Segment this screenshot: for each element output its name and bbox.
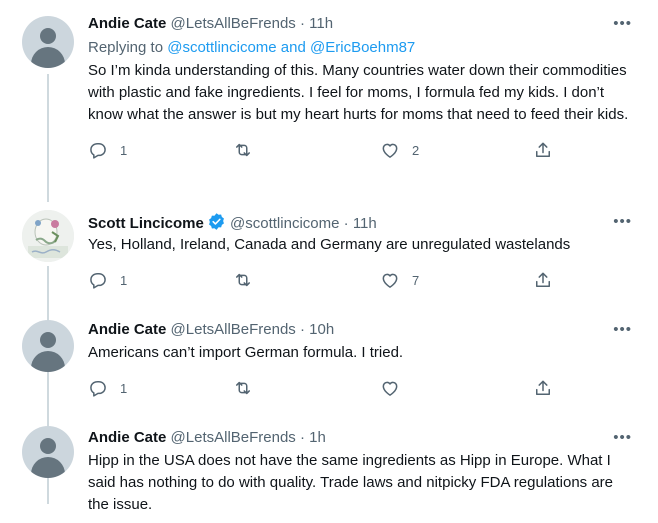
tweet-1[interactable]: Andie Cate @LetsAllBeFrends · 11h ••• Re… bbox=[0, 0, 658, 202]
avatar[interactable] bbox=[22, 320, 74, 372]
like-button[interactable]: 2 bbox=[380, 138, 419, 162]
heart-icon bbox=[382, 381, 398, 396]
heart-icon bbox=[382, 143, 398, 158]
timestamp[interactable]: 11h bbox=[353, 215, 377, 232]
like-button[interactable] bbox=[380, 376, 400, 400]
like-count: 2 bbox=[412, 142, 420, 158]
tweet-actions: 1 bbox=[88, 376, 636, 400]
more-options-icon[interactable]: ••• bbox=[613, 212, 632, 232]
tweet-header: Scott Lincicome @scottlincicome · 11h ••… bbox=[88, 212, 636, 232]
tweet-text: Hipp in the USA does not have the same i… bbox=[88, 452, 614, 513]
share-icon bbox=[536, 380, 550, 395]
like-button[interactable]: 7 bbox=[380, 268, 419, 292]
user-handle[interactable]: @LetsAllBeFrends bbox=[171, 321, 296, 338]
tweet-thread: Andie Cate @LetsAllBeFrends · 11h ••• Re… bbox=[0, 0, 658, 523]
reply-icon bbox=[90, 381, 106, 397]
heart-icon bbox=[382, 273, 398, 288]
separator-dot: · bbox=[343, 215, 349, 232]
tweet-header: Andie Cate @LetsAllBeFrends · 10h ••• bbox=[88, 320, 636, 340]
tweet-actions: 1 2 bbox=[88, 138, 636, 162]
retweet-icon bbox=[236, 143, 250, 157]
separator-dot: · bbox=[299, 15, 305, 32]
replying-to-link[interactable]: @scottlincicome and @EricBoehm87 bbox=[167, 39, 415, 56]
share-button[interactable] bbox=[533, 268, 553, 292]
tweet-text: Americans can’t import German formula. I… bbox=[88, 344, 404, 361]
retweet-button[interactable] bbox=[233, 376, 253, 400]
reply-count: 1 bbox=[120, 380, 128, 396]
user-handle[interactable]: @scottlincicome bbox=[230, 215, 339, 232]
reply-count: 1 bbox=[120, 142, 128, 158]
reply-button[interactable]: 1 bbox=[88, 268, 127, 292]
reply-count: 1 bbox=[120, 272, 128, 288]
separator-dot: · bbox=[299, 429, 305, 446]
reply-button[interactable]: 1 bbox=[88, 138, 127, 162]
tweet-2[interactable]: Scott Lincicome @scottlincicome · 11h ••… bbox=[0, 196, 658, 390]
reply-icon bbox=[90, 273, 106, 289]
retweet-icon bbox=[236, 273, 250, 287]
share-button[interactable] bbox=[533, 376, 553, 400]
display-name[interactable]: Andie Cate bbox=[88, 429, 166, 446]
retweet-icon bbox=[236, 381, 250, 395]
timestamp[interactable]: 11h bbox=[309, 15, 333, 32]
more-options-icon[interactable]: ••• bbox=[613, 428, 632, 448]
share-icon bbox=[536, 142, 550, 157]
avatar[interactable] bbox=[22, 16, 74, 68]
verified-badge-icon bbox=[207, 212, 226, 237]
display-name[interactable]: Andie Cate bbox=[88, 15, 166, 32]
tweet-4[interactable]: Andie Cate @LetsAllBeFrends · 1h ••• Hip… bbox=[0, 412, 658, 523]
share-icon bbox=[536, 272, 550, 287]
display-name[interactable]: Andie Cate bbox=[88, 321, 166, 338]
user-handle[interactable]: @LetsAllBeFrends bbox=[171, 15, 296, 32]
tweet-text: So I’m kinda understanding of this. Many… bbox=[88, 62, 629, 123]
thread-line bbox=[47, 74, 49, 202]
avatar[interactable] bbox=[22, 426, 74, 478]
share-button[interactable] bbox=[533, 138, 553, 162]
separator-dot: · bbox=[299, 321, 305, 338]
retweet-button[interactable] bbox=[233, 138, 253, 162]
timestamp[interactable]: 1h bbox=[309, 429, 326, 446]
tweet-actions: 1 7 bbox=[88, 268, 636, 292]
user-handle[interactable]: @LetsAllBeFrends bbox=[171, 429, 296, 446]
reply-icon bbox=[90, 143, 106, 159]
tweet-3[interactable]: Andie Cate @LetsAllBeFrends · 10h ••• Am… bbox=[0, 304, 658, 504]
more-options-icon[interactable]: ••• bbox=[613, 14, 632, 34]
timestamp[interactable]: 10h bbox=[309, 321, 334, 338]
tweet-header: Andie Cate @LetsAllBeFrends · 11h ••• bbox=[88, 14, 636, 34]
tweet-text: Yes, Holland, Ireland, Canada and German… bbox=[88, 236, 571, 253]
profile-photo-icon bbox=[22, 210, 74, 262]
avatar[interactable] bbox=[22, 210, 74, 262]
retweet-button[interactable] bbox=[233, 268, 253, 292]
replying-to: Replying to @scottlincicome and @EricBoe… bbox=[88, 38, 636, 58]
replying-to-label: Replying to bbox=[88, 39, 164, 56]
reply-button[interactable]: 1 bbox=[88, 376, 127, 400]
tweet-header: Andie Cate @LetsAllBeFrends · 1h ••• bbox=[88, 428, 636, 448]
more-options-icon[interactable]: ••• bbox=[613, 320, 632, 340]
like-count: 7 bbox=[412, 272, 420, 288]
display-name[interactable]: Scott Lincicome bbox=[88, 215, 204, 232]
